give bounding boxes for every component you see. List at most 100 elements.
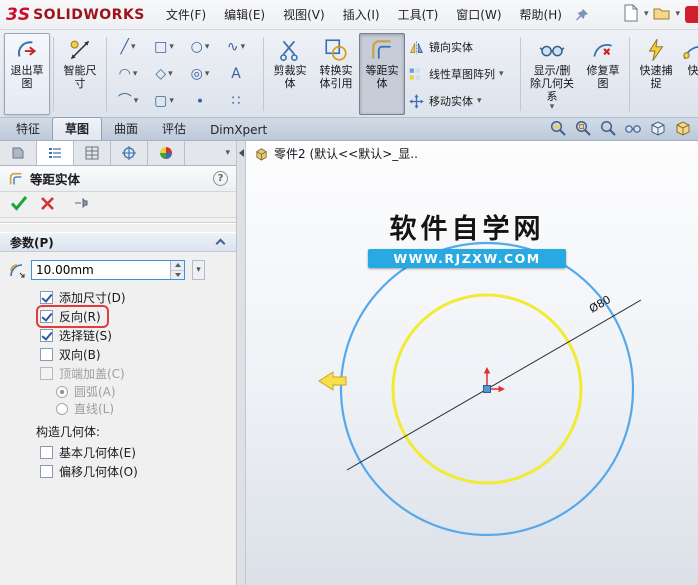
spinner-down-button[interactable]: [171, 269, 184, 279]
ok-button[interactable]: [10, 195, 28, 214]
new-document-icon[interactable]: [623, 4, 639, 25]
spinner-up-button[interactable]: [171, 261, 184, 270]
menu-view[interactable]: 视图(V): [274, 0, 334, 30]
centerline[interactable]: [346, 299, 642, 471]
tab-sketch[interactable]: 草图: [52, 117, 103, 140]
clipped-ribbon-button[interactable]: 快: [679, 33, 698, 115]
chevron-down-icon[interactable]: ▾: [675, 10, 680, 19]
convert-entities-button[interactable]: 转换实体引用: [313, 33, 359, 115]
magnifier-icon[interactable]: [599, 119, 617, 137]
bidirectional-checkbox[interactable]: [40, 348, 53, 361]
menu-window[interactable]: 窗口(W): [447, 0, 510, 30]
text-tool[interactable]: A: [218, 61, 254, 88]
checkbox-select-chain[interactable]: 选择链(S): [38, 326, 118, 345]
open-document-icon[interactable]: [653, 5, 670, 24]
chevron-down-icon[interactable]: ▾: [168, 69, 173, 79]
tab-evaluate[interactable]: 评估: [150, 118, 198, 140]
arc-tool[interactable]: ◠ ▾: [110, 61, 146, 88]
tab-surfaces[interactable]: 曲面: [102, 118, 150, 140]
circle-icon: ○: [190, 39, 203, 55]
pin-menu-icon[interactable]: [575, 8, 589, 22]
linear-sketch-pattern-button[interactable]: 线性草图阵列 ▾: [405, 62, 517, 87]
pm-tab-configuration-manager[interactable]: [74, 141, 111, 165]
offset-geometry-checkbox[interactable]: [40, 465, 53, 478]
section-view-icon[interactable]: [649, 119, 667, 137]
chevron-down-icon[interactable]: ▾: [134, 96, 139, 106]
diameter-dimension[interactable]: Ø80: [587, 293, 613, 316]
mirror-entities-button[interactable]: 镜向实体: [405, 35, 517, 60]
add-dimensions-checkbox[interactable]: [40, 291, 53, 304]
chevron-down-icon[interactable]: ▾: [550, 103, 555, 112]
pm-tab-dimxpert-manager[interactable]: [111, 141, 148, 165]
collapse-panel-arrow-icon[interactable]: [239, 149, 244, 157]
move-entities-button[interactable]: 移动实体 ▾: [405, 89, 517, 114]
checkbox-add-dimensions[interactable]: 添加尺寸(D): [38, 288, 132, 307]
chevron-down-icon[interactable]: ▾: [477, 96, 482, 106]
repair-sketch-button[interactable]: 修复草图: [580, 33, 626, 115]
zoom-fit-icon[interactable]: [549, 119, 567, 137]
glasses-icon[interactable]: [624, 119, 642, 137]
smart-dimension-button[interactable]: 智能尺寸: [57, 33, 103, 115]
menu-insert[interactable]: 插入(I): [334, 0, 389, 30]
display-delete-relations-button[interactable]: 显示/删除几何关系 ▾: [524, 33, 580, 115]
parameters-group-header[interactable]: 参数(P): [0, 232, 236, 252]
chevron-down-icon[interactable]: ▾: [133, 69, 138, 79]
exit-sketch-button[interactable]: 退出草图: [4, 33, 50, 115]
tab-features[interactable]: 特征: [4, 118, 52, 140]
red-logo-icon[interactable]: [685, 6, 698, 23]
checkbox-base-geometry[interactable]: 基本几何体(E): [38, 443, 142, 462]
menu-help[interactable]: 帮助(H): [511, 0, 571, 30]
chevron-down-icon[interactable]: ▾: [205, 42, 210, 52]
rectangle-tool[interactable]: □ ▾: [146, 34, 182, 61]
distance-dropdown-button[interactable]: ▾: [192, 260, 205, 280]
pattern-tool[interactable]: ∷: [218, 88, 254, 115]
menu-tools[interactable]: 工具(T): [389, 0, 448, 30]
pm-tab-feature-manager[interactable]: [0, 141, 37, 165]
base-geometry-checkbox[interactable]: [40, 446, 53, 459]
manager-tab-strip: ▾: [0, 141, 236, 166]
quick-access-toolbar: ▾ ▾: [623, 4, 698, 25]
fillet-tool[interactable]: ⌒ ▾: [110, 88, 146, 115]
polygon-tool[interactable]: ◇ ▾: [146, 61, 182, 88]
quick-snaps-button[interactable]: 快速捕捉: [633, 33, 679, 115]
menu-edit[interactable]: 编辑(E): [215, 0, 274, 30]
panel-splitter[interactable]: [237, 141, 246, 585]
pm-tab-display-manager[interactable]: [148, 141, 185, 165]
chevron-down-icon[interactable]: ▾: [241, 42, 246, 52]
checkbox-reverse[interactable]: 反向(R): [38, 307, 107, 326]
chevron-down-icon[interactable]: ▾: [205, 69, 210, 79]
chevron-down-icon[interactable]: ▾: [644, 10, 649, 19]
spline-tool[interactable]: ∿ ▾: [218, 34, 254, 61]
ellipse-tool[interactable]: ◎ ▾: [182, 61, 218, 88]
pm-tab-property-manager[interactable]: [37, 141, 74, 165]
offset-entities-button[interactable]: 等距实体: [359, 33, 405, 115]
select-chain-checkbox[interactable]: [40, 329, 53, 342]
chevron-down-icon[interactable]: ▾: [169, 42, 174, 52]
radio-arcs: 圆弧(A): [56, 383, 236, 400]
graphics-viewport[interactable]: Ø80 零件2 (默认<<默认>_显.. 软件自学网 WWW.RJZXW.COM: [246, 141, 698, 585]
manager-tab-overflow[interactable]: ▾: [219, 141, 236, 165]
checkbox-bidirectional[interactable]: 双向(B): [38, 345, 107, 364]
reverse-checkbox[interactable]: [40, 310, 53, 323]
chevron-up-icon[interactable]: [215, 238, 226, 249]
cancel-button[interactable]: [40, 196, 55, 214]
center-point-handle[interactable]: [483, 385, 491, 393]
slot-tool[interactable]: ▢ ▾: [146, 88, 182, 115]
offset-distance-input[interactable]: [32, 261, 170, 279]
checkbox-offset-geometry[interactable]: 偏移几何体(O): [38, 462, 144, 481]
chevron-down-icon[interactable]: ▾: [169, 96, 174, 106]
line-tool[interactable]: ╱ ▾: [110, 34, 146, 61]
view-orientation-icon[interactable]: [674, 119, 692, 137]
point-tool[interactable]: ∙: [182, 88, 218, 115]
circle-tool[interactable]: ○ ▾: [182, 34, 218, 61]
chevron-down-icon[interactable]: ▾: [131, 42, 136, 52]
tab-dimxpert[interactable]: DimXpert: [198, 121, 279, 140]
keep-visible-pin-button[interactable]: [73, 196, 89, 214]
lines-radio: [56, 402, 68, 415]
menu-file[interactable]: 文件(F): [157, 0, 215, 30]
help-button[interactable]: ?: [213, 171, 228, 186]
feature-tree-item[interactable]: 零件2 (默认<<默认>_显..: [254, 145, 418, 162]
chevron-down-icon[interactable]: ▾: [499, 69, 504, 79]
zoom-area-icon[interactable]: [574, 119, 592, 137]
trim-entities-button[interactable]: 剪裁实体: [267, 33, 313, 115]
